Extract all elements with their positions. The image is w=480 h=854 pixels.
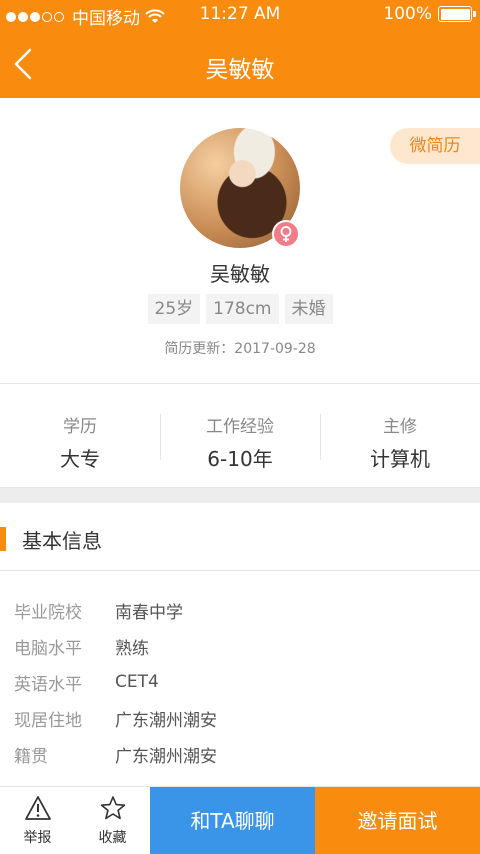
info-label: 现居住地 — [14, 710, 82, 731]
micro-resume-button[interactable]: 微简历 — [390, 128, 480, 164]
stat-label: 学历 — [63, 417, 97, 437]
battery-group: 100% — [383, 4, 476, 24]
stat-label: 主修 — [383, 417, 417, 437]
stat-value: 6-10年 — [207, 447, 273, 471]
nav-bar: 吴敏敏 — [0, 30, 480, 98]
battery-icon — [438, 6, 476, 22]
warning-icon — [24, 796, 51, 820]
battery-percent: 100% — [383, 4, 432, 24]
candidate-name: 吴敏敏 — [210, 262, 270, 286]
stat-label: 工作经验 — [206, 417, 274, 437]
status-bar: 中国移动 11:27 AM 100% — [0, 0, 480, 30]
basic-info-header: 基本信息 — [0, 503, 480, 571]
stat-major: 主修 计算机 — [320, 384, 480, 487]
info-value: 南春中学 — [115, 602, 183, 623]
basic-info-list: 毕业院校 南春中学 电脑水平 熟练 英语水平 CET4 现居住地 广东潮州潮安 … — [0, 592, 480, 772]
info-value: 广东潮州潮安 — [115, 746, 217, 767]
star-icon — [100, 796, 125, 820]
info-label: 电脑水平 — [14, 638, 82, 659]
info-label: 毕业院校 — [14, 602, 82, 623]
info-row-hometown: 籍贯 广东潮州潮安 — [0, 736, 480, 772]
age-tag: 25岁 — [147, 294, 201, 324]
height-tag: 178cm — [206, 294, 279, 324]
section-accent-bar — [0, 527, 6, 551]
section-divider — [0, 488, 480, 503]
favorite-label: 收藏 — [98, 830, 127, 846]
report-label: 举报 — [23, 830, 52, 846]
bottom-action-bar: 举报 收藏 和TA聊聊 邀请面试 — [0, 786, 480, 854]
info-label: 籍贯 — [14, 746, 48, 767]
info-value: 熟练 — [115, 638, 149, 659]
stat-experience: 工作经验 6-10年 — [160, 384, 320, 487]
stats-row: 学历 大专 工作经验 6-10年 主修 计算机 — [0, 383, 480, 488]
info-label: 英语水平 — [14, 674, 82, 695]
profile-card: 微简历 吴敏敏 25岁 178cm 未婚 简历更新：2017-09-28 — [0, 98, 480, 383]
info-row-computer: 电脑水平 熟练 — [0, 628, 480, 664]
female-icon — [272, 220, 300, 248]
info-row-residence: 现居住地 广东潮州潮安 — [0, 700, 480, 736]
stat-education: 学历 大专 — [0, 384, 160, 487]
stat-value: 大专 — [60, 447, 100, 471]
page-title: 吴敏敏 — [205, 57, 275, 83]
info-value: CET4 — [115, 672, 159, 692]
tag-list: 25岁 178cm 未婚 — [0, 294, 480, 324]
stat-value: 计算机 — [370, 447, 430, 471]
info-row-school: 毕业院校 南春中学 — [0, 592, 480, 628]
info-row-english: 英语水平 CET4 — [0, 664, 480, 700]
marital-tag: 未婚 — [284, 294, 333, 324]
section-title: 基本信息 — [22, 529, 102, 553]
favorite-button[interactable]: 收藏 — [75, 787, 150, 854]
chat-button[interactable]: 和TA聊聊 — [150, 787, 315, 854]
invite-interview-button[interactable]: 邀请面试 — [315, 787, 480, 854]
info-value: 广东潮州潮安 — [115, 710, 217, 731]
report-button[interactable]: 举报 — [0, 787, 75, 854]
resume-updated: 简历更新：2017-09-28 — [164, 341, 316, 357]
